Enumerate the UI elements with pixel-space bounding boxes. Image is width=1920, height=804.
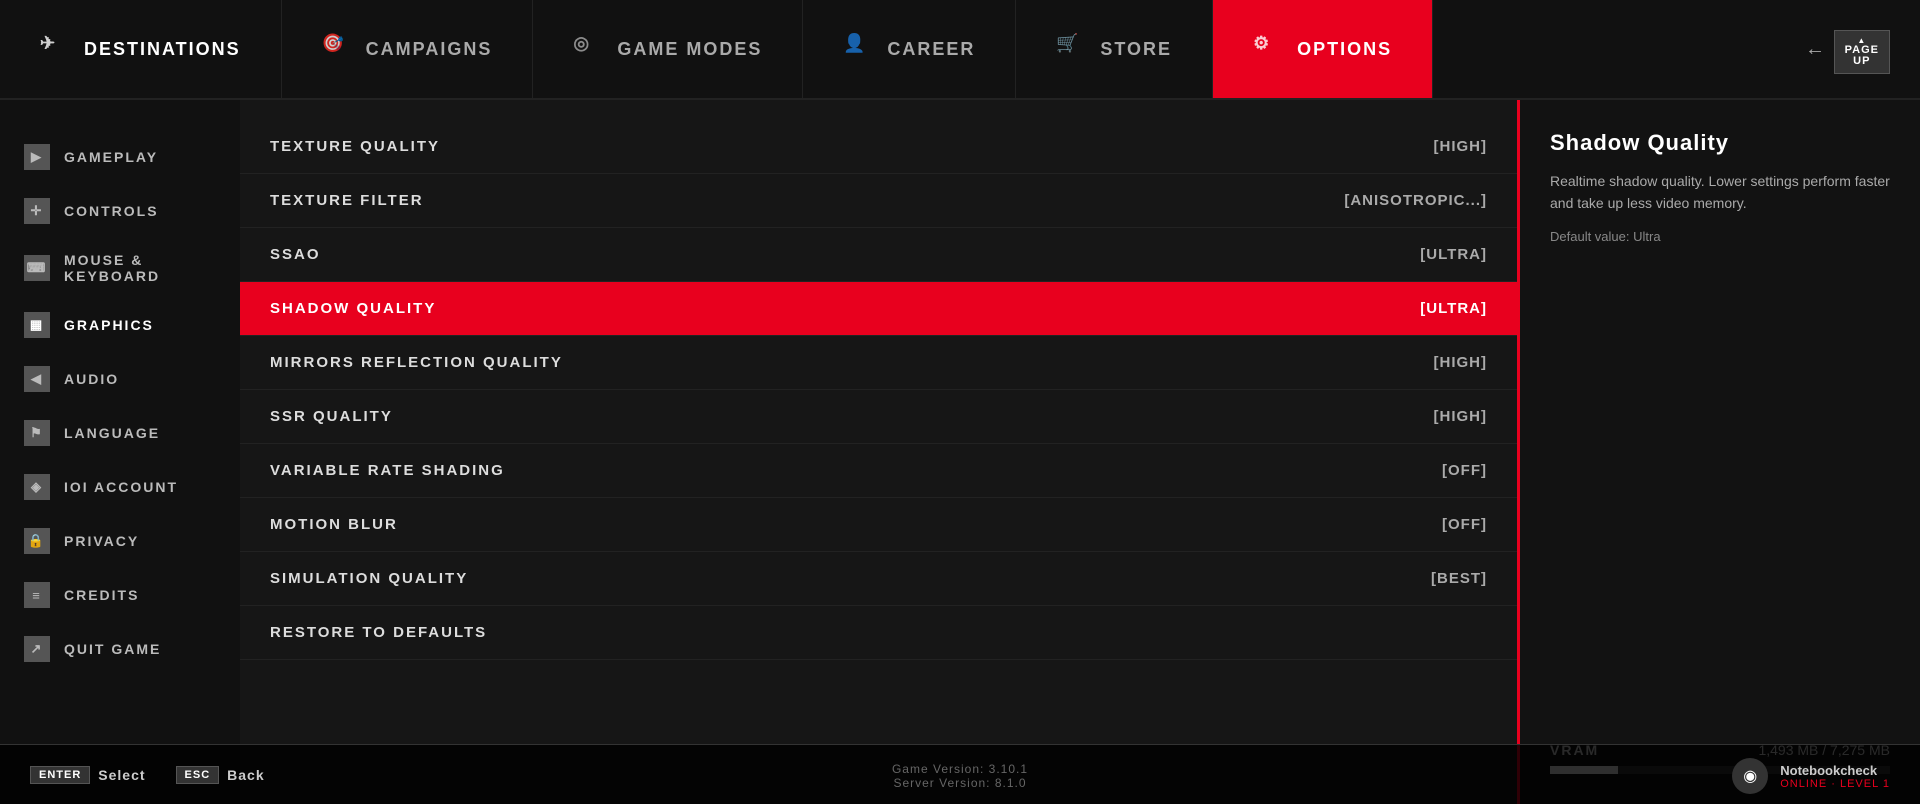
setting-ssr-quality[interactable]: SSR QUALITY [HIGH] (240, 390, 1517, 444)
quit-game-icon: ↗ (24, 636, 50, 662)
sidebar-item-credits[interactable]: ≡ CREDITS (0, 568, 240, 622)
enter-key-badge: ENTER (30, 766, 90, 784)
nav-campaigns[interactable]: 🎯 CAMPAIGNS (282, 0, 534, 98)
user-status: ONLINE · LEVEL 1 (1780, 778, 1890, 790)
campaigns-icon: 🎯 (322, 33, 354, 65)
version-line2: Server Version: 8.1.0 (892, 776, 1028, 790)
nav-career[interactable]: 👤 CAREER (803, 0, 1016, 98)
setting-ssao[interactable]: SSAO [ULTRA] (240, 228, 1517, 282)
store-icon: 🛒 (1056, 33, 1088, 65)
sidebar-item-graphics[interactable]: ▦ GRAPHICS (0, 298, 240, 352)
info-title: Shadow Quality (1550, 130, 1890, 156)
setting-shadow-quality[interactable]: SHADOW QUALITY [ULTRA] (240, 282, 1517, 336)
info-panel: Shadow Quality Realtime shadow quality. … (1520, 100, 1920, 804)
privacy-icon: 🔒 (24, 528, 50, 554)
gameplay-icon: ▶ (24, 144, 50, 170)
audio-icon: ◀ (24, 366, 50, 392)
esc-key-badge: ESC (176, 766, 220, 784)
setting-motion-blur[interactable]: MOTION BLUR [OFF] (240, 498, 1517, 552)
main-content: ▶ GAMEPLAY ✛ CONTROLS ⌨ MOUSE & KEYBOARD… (0, 100, 1920, 804)
controls-icon: ✛ (24, 198, 50, 224)
setting-simulation-quality[interactable]: SIMULATION QUALITY [BEST] (240, 552, 1517, 606)
user-name: Notebookcheck (1780, 763, 1890, 778)
sidebar-item-mouse-keyboard[interactable]: ⌨ MOUSE & KEYBOARD (0, 238, 240, 298)
ioi-account-icon: ◈ (24, 474, 50, 500)
sidebar-item-gameplay[interactable]: ▶ GAMEPLAY (0, 130, 240, 184)
user-avatar: ◉ (1732, 758, 1768, 794)
sidebar: ▶ GAMEPLAY ✛ CONTROLS ⌨ MOUSE & KEYBOARD… (0, 100, 240, 804)
sidebar-item-controls[interactable]: ✛ CONTROLS (0, 184, 240, 238)
info-default: Default value: Ultra (1550, 229, 1890, 244)
setting-restore-defaults[interactable]: RESTORE TO DEFAULTS (240, 606, 1517, 660)
info-description: Realtime shadow quality. Lower settings … (1550, 170, 1890, 215)
mouse-keyboard-icon: ⌨ (24, 255, 50, 281)
sidebar-item-ioi-account[interactable]: ◈ IOI ACCOUNT (0, 460, 240, 514)
language-icon: ⚑ (24, 420, 50, 446)
back-button[interactable]: ← (1805, 38, 1825, 61)
esc-control: ESC Back (176, 766, 265, 784)
nav-destinations[interactable]: ✈ DESTINATIONS (0, 0, 282, 98)
user-info: ◉ Notebookcheck ONLINE · LEVEL 1 (1732, 758, 1890, 794)
career-icon: 👤 (843, 33, 875, 65)
setting-mirrors-reflection-quality[interactable]: MIRRORS REFLECTION QUALITY [HIGH] (240, 336, 1517, 390)
user-details: Notebookcheck ONLINE · LEVEL 1 (1780, 763, 1890, 790)
sidebar-item-quit-game[interactable]: ↗ QUIT GAME (0, 622, 240, 676)
game-modes-icon: ◎ (573, 33, 605, 65)
setting-texture-filter[interactable]: TEXTURE FILTER [ANISOTROPIC...] (240, 174, 1517, 228)
bottom-bar: ENTER Select ESC Back Game Version: 3.10… (0, 744, 1920, 804)
version-info: Game Version: 3.10.1 Server Version: 8.1… (892, 762, 1028, 790)
back-label: Back (227, 767, 264, 783)
sidebar-item-audio[interactable]: ◀ AUDIO (0, 352, 240, 406)
credits-icon: ≡ (24, 582, 50, 608)
setting-variable-rate-shading[interactable]: VARIABLE RATE SHADING [OFF] (240, 444, 1517, 498)
options-icon: ⚙ (1253, 33, 1285, 65)
version-line1: Game Version: 3.10.1 (892, 762, 1028, 776)
settings-panel: TEXTURE QUALITY [HIGH] TEXTURE FILTER [A… (240, 100, 1520, 804)
page-up-button[interactable]: ▲ PAGE UP (1834, 30, 1890, 74)
sidebar-item-language[interactable]: ⚑ LANGUAGE (0, 406, 240, 460)
nav-game-modes[interactable]: ◎ GAME MODES (533, 0, 803, 98)
top-navigation: ✈ DESTINATIONS 🎯 CAMPAIGNS ◎ GAME MODES … (0, 0, 1920, 100)
sidebar-item-privacy[interactable]: 🔒 PRIVACY (0, 514, 240, 568)
nav-options[interactable]: ⚙ OPTIONS (1213, 0, 1433, 98)
graphics-icon: ▦ (24, 312, 50, 338)
select-label: Select (98, 767, 145, 783)
destinations-icon: ✈ (40, 33, 72, 65)
nav-store[interactable]: 🛒 STORE (1016, 0, 1213, 98)
enter-control: ENTER Select (30, 766, 146, 784)
setting-texture-quality[interactable]: TEXTURE QUALITY [HIGH] (240, 120, 1517, 174)
